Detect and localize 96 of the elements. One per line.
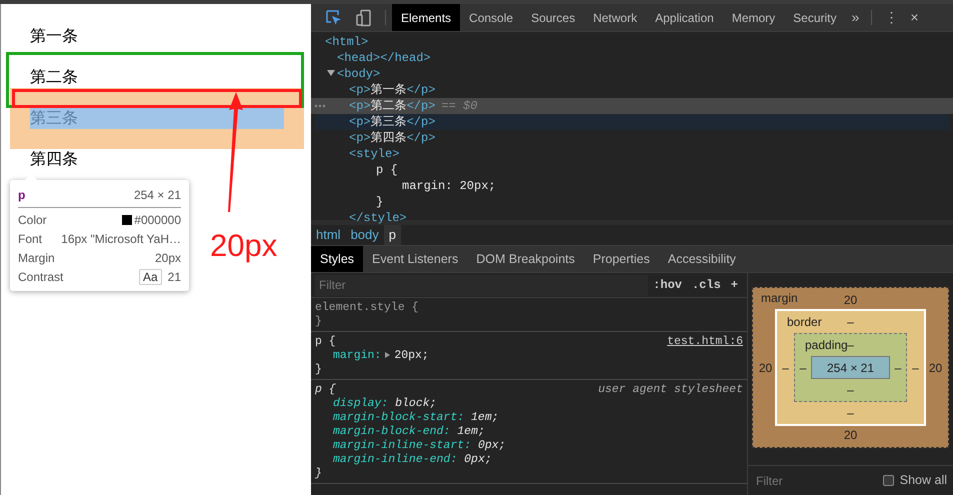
- breadcrumb[interactable]: body: [346, 225, 384, 245]
- css-value: 20px;: [394, 349, 429, 362]
- padding-value: –: [847, 337, 854, 353]
- dom-node[interactable]: <style>: [349, 147, 400, 161]
- dom-node[interactable]: <p>第一条</p>: [349, 83, 436, 97]
- padding-value: –: [847, 382, 854, 398]
- css-selector: p {: [315, 335, 336, 349]
- css-value: 1em;: [471, 411, 499, 424]
- css-property: margin-block-end:: [333, 425, 450, 438]
- content-box: 254 × 21: [811, 356, 890, 379]
- paragraph-text: 第二条: [30, 68, 79, 88]
- border-value: –: [782, 360, 789, 376]
- margin-value: 20: [758, 360, 772, 376]
- filter-field[interactable]: Filter: [315, 274, 648, 296]
- border-label: border: [787, 314, 822, 330]
- dom-node[interactable]: <body>: [337, 67, 380, 81]
- style-code-line: margin: 20px;: [402, 179, 496, 193]
- css-property: display:: [333, 397, 388, 410]
- sidebar-tab[interactable]: Properties: [584, 246, 659, 272]
- panel-tab[interactable]: Security: [784, 4, 846, 31]
- menu-button[interactable]: ⋮: [878, 4, 904, 31]
- margin-value: 20: [844, 292, 858, 308]
- paragraph-text: 第四条: [30, 150, 79, 170]
- breadcrumb[interactable]: p: [384, 225, 401, 245]
- panel-tab[interactable]: Application: [646, 4, 723, 31]
- css-property: margin-inline-start:: [333, 439, 472, 452]
- expand-triangle-icon[interactable]: [327, 70, 335, 76]
- closing-brace: }: [315, 315, 323, 329]
- border-value: –: [912, 360, 919, 376]
- closing-brace: }: [315, 363, 323, 377]
- source-link[interactable]: test.html:6: [667, 335, 743, 349]
- element-tag: p: [18, 186, 26, 204]
- css-property: margin-block-start:: [333, 411, 464, 424]
- dom-node[interactable]: </style>: [349, 211, 407, 225]
- panel-tab[interactable]: Console: [460, 4, 522, 31]
- device-icon[interactable]: [355, 8, 373, 26]
- css-value: block;: [395, 397, 437, 410]
- property-label: Color: [18, 212, 47, 229]
- css-property: margin-inline-end:: [333, 453, 458, 466]
- element-size: 254 × 21: [134, 187, 181, 204]
- toolbar-toggle[interactable]: +: [726, 276, 743, 294]
- show-all-checkbox[interactable]: [882, 475, 894, 486]
- checkbox-label: Show all: [900, 472, 947, 490]
- margin-label: margin: [761, 290, 798, 306]
- expand-triangle-icon[interactable]: [385, 352, 390, 358]
- dom-node[interactable]: <p>第四条</p>: [349, 131, 436, 145]
- selected-dom-node[interactable]: <p>第二条</p>: [349, 99, 436, 113]
- style-code-line: }: [376, 195, 384, 209]
- dom-node[interactable]: <html>: [325, 35, 368, 49]
- closing-brace: }: [315, 467, 323, 481]
- css-property: margin:: [333, 349, 382, 362]
- color-swatch: [122, 215, 132, 225]
- close-button[interactable]: ×: [904, 4, 925, 31]
- border-value: –: [847, 314, 854, 330]
- padding-label: padding: [805, 337, 848, 353]
- margin-value: 20: [928, 360, 942, 376]
- css-selector: element.style {: [315, 301, 419, 315]
- toolbar-toggle[interactable]: :hov: [648, 276, 687, 294]
- inspect-icon[interactable]: [325, 8, 343, 26]
- css-value: 0px;: [464, 453, 492, 466]
- padding-value: –: [800, 360, 806, 376]
- breadcrumb[interactable]: html: [311, 225, 346, 245]
- source-label: user agent stylesheet: [598, 383, 743, 397]
- property-value: 16px "Microsoft YaH…: [61, 231, 181, 248]
- property-label: Font: [18, 231, 42, 248]
- property-label: Contrast: [18, 269, 64, 286]
- filter-field[interactable]: Filter: [754, 470, 883, 490]
- css-selector: p {: [315, 383, 336, 397]
- panel-tab[interactable]: Memory: [722, 4, 784, 31]
- sidebar-tab[interactable]: DOM Breakpoints: [467, 246, 584, 272]
- contrast-sample: Aa: [138, 269, 162, 285]
- panel-tab[interactable]: Sources: [522, 4, 584, 31]
- paragraph-text: 第一条: [30, 27, 79, 47]
- css-value: 0px;: [478, 439, 506, 452]
- border-value: –: [847, 405, 854, 421]
- panel-tab[interactable]: Elements: [392, 4, 460, 31]
- annotation-label: 20px: [210, 228, 278, 264]
- css-value: 1em;: [457, 425, 485, 438]
- more-icon[interactable]: [314, 104, 326, 108]
- toolbar-toggle[interactable]: .cls: [686, 276, 726, 294]
- panel-tab[interactable]: Network: [584, 4, 646, 31]
- property-label: Margin: [18, 250, 55, 267]
- node-reference: == $0: [441, 99, 478, 113]
- more-tabs-button[interactable]: »: [846, 4, 866, 31]
- property-value: 20px: [154, 250, 181, 267]
- dom-node[interactable]: <head></head>: [337, 51, 431, 65]
- padding-value: –: [894, 360, 902, 376]
- property-value: 21: [168, 270, 181, 284]
- sidebar-tab[interactable]: Accessibility: [658, 246, 745, 272]
- margin-value: 20: [844, 427, 858, 443]
- style-code-line: p {: [376, 163, 398, 177]
- sidebar-tab[interactable]: Event Listeners: [363, 246, 468, 272]
- sidebar-tab[interactable]: Styles: [311, 246, 364, 272]
- content-highlight: 第三条: [30, 108, 284, 129]
- dom-node[interactable]: <p>第三条</p>: [349, 115, 436, 129]
- property-value: #000000: [134, 213, 181, 227]
